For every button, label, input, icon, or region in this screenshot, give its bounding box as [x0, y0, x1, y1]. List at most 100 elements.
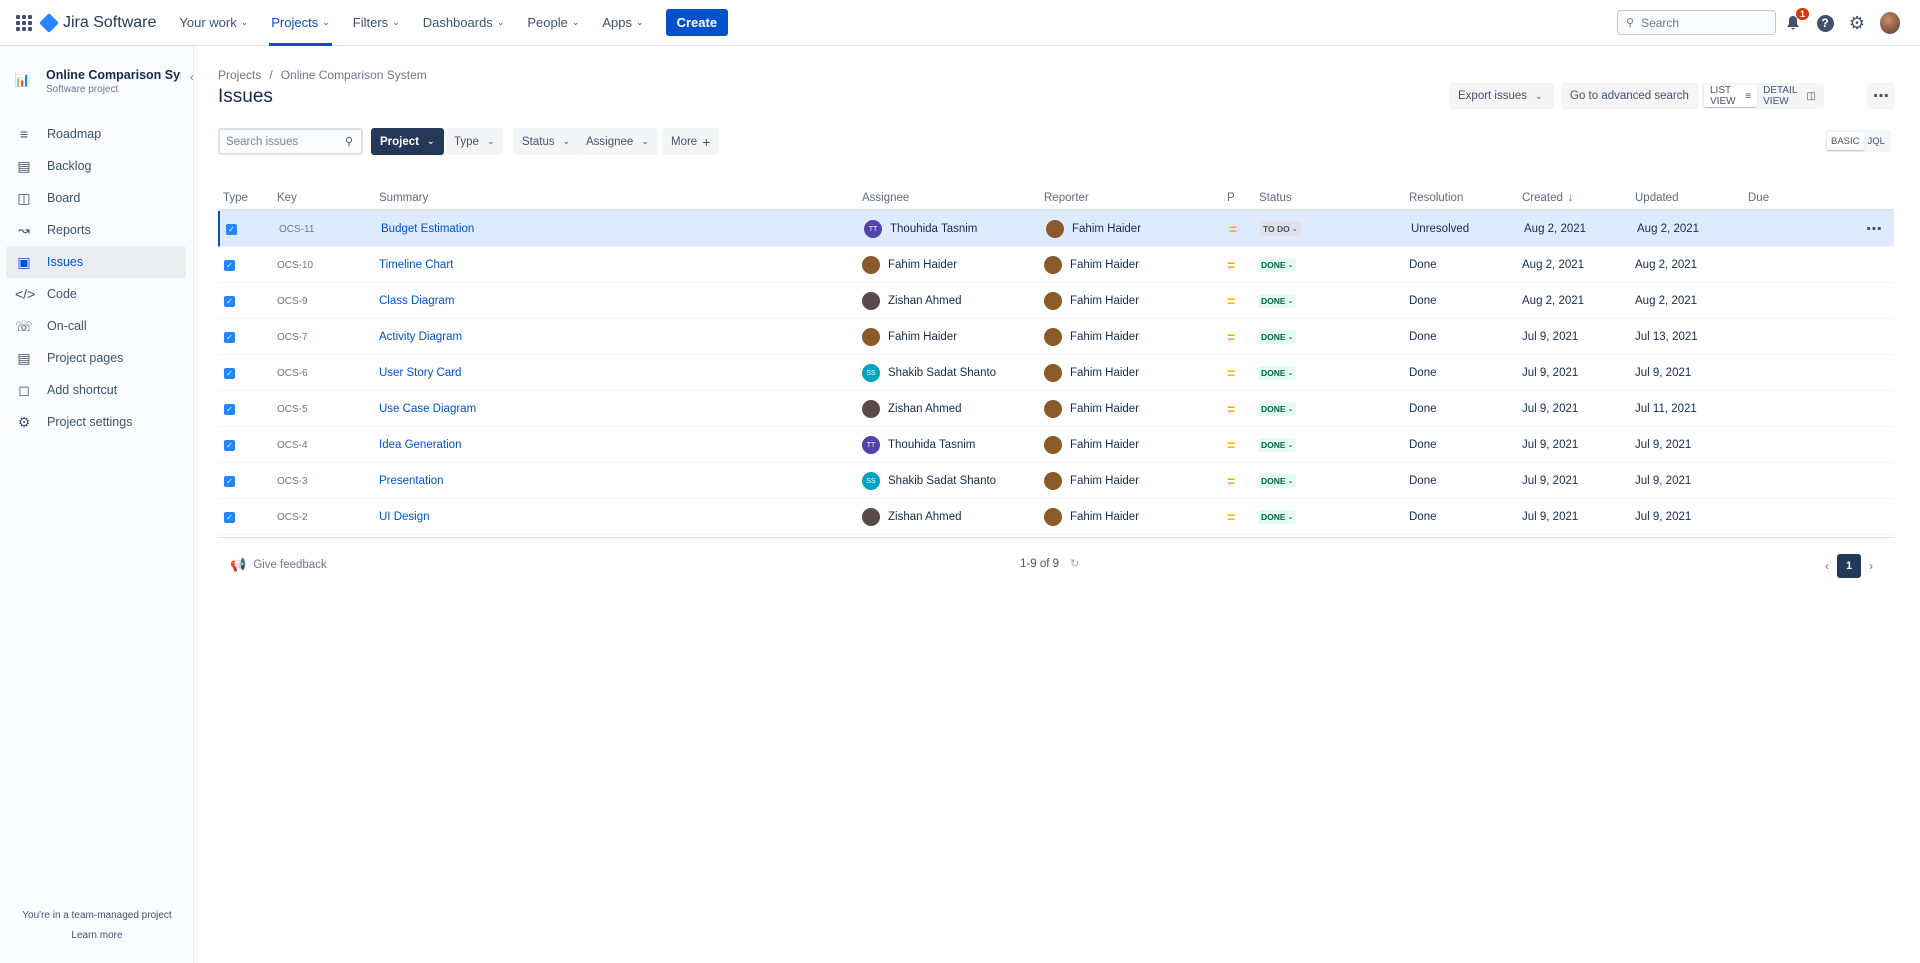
status-cell[interactable]: DONE ⌄	[1258, 463, 1297, 499]
reporter-cell[interactable]: Fahim Haider	[1044, 427, 1139, 463]
status-badge[interactable]: DONE ⌄	[1258, 402, 1297, 416]
assignee-cell[interactable]: Zishan Ahmed	[862, 391, 962, 427]
status-badge[interactable]: DONE ⌄	[1258, 294, 1297, 308]
status-badge[interactable]: DONE ⌄	[1258, 474, 1297, 488]
export-issues-button[interactable]: Export issues ⌄	[1449, 83, 1554, 109]
detail-view-button[interactable]: DETAIL VIEW ◫	[1757, 85, 1822, 107]
issue-summary-link[interactable]: Timeline Chart	[379, 247, 453, 283]
status-cell[interactable]: DONE ⌄	[1258, 247, 1297, 283]
issue-key[interactable]: OCS-4	[277, 427, 308, 463]
reporter-cell[interactable]: Fahim Haider	[1044, 463, 1139, 499]
column-resolution[interactable]: Resolution	[1409, 192, 1463, 204]
issue-summary-link[interactable]: Class Diagram	[379, 283, 454, 319]
filter-status[interactable]: Status ⌄	[513, 128, 580, 155]
status-cell[interactable]: DONE ⌄	[1258, 283, 1297, 319]
assignee-cell[interactable]: SS Shakib Sadat Shanto	[862, 463, 996, 499]
table-row[interactable]: ✓ OCS-5 Use Case Diagram Zishan Ahmed Fa…	[218, 391, 1894, 427]
status-cell[interactable]: TO DO ⌄	[1260, 211, 1301, 247]
give-feedback-button[interactable]: 📢 Give feedback	[230, 557, 327, 573]
table-row[interactable]: ✓ OCS-6 User Story Card SS Shakib Sadat S…	[218, 355, 1894, 391]
status-badge[interactable]: DONE ⌄	[1258, 366, 1297, 380]
assignee-cell[interactable]: Fahim Haider	[862, 319, 957, 355]
column-due[interactable]: Due	[1748, 192, 1769, 204]
column-type[interactable]: Type	[223, 192, 248, 204]
sidebar-item-project-pages[interactable]: ▤ Project pages	[6, 342, 186, 374]
jira-logo[interactable]: Jira Software	[39, 12, 156, 33]
status-cell[interactable]: DONE ⌄	[1258, 391, 1297, 427]
nav-filters[interactable]: Filters ⌄	[353, 0, 400, 46]
breadcrumb-project[interactable]: Online Comparison System	[281, 68, 427, 82]
reporter-cell[interactable]: Fahim Haider	[1044, 247, 1139, 283]
notifications-button[interactable]: 1	[1783, 8, 1809, 33]
sidebar-item-roadmap[interactable]: ≡ Roadmap	[6, 118, 186, 150]
column-summary[interactable]: Summary	[379, 192, 428, 204]
nav-your-work[interactable]: Your work ⌄	[179, 0, 248, 46]
issue-key[interactable]: OCS-6	[277, 355, 308, 391]
assignee-cell[interactable]: Fahim Haider	[862, 247, 957, 283]
assignee-cell[interactable]: Zishan Ahmed	[862, 283, 962, 319]
column-updated[interactable]: Updated	[1635, 192, 1678, 204]
basic-mode-button[interactable]: BASIC	[1827, 132, 1864, 150]
project-header[interactable]: 📊 Online Comparison Syst... Software pro…	[14, 68, 181, 95]
reporter-cell[interactable]: Fahim Haider	[1044, 499, 1139, 535]
table-row[interactable]: ✓ OCS-7 Activity Diagram Fahim Haider Fa…	[218, 319, 1894, 355]
nav-people[interactable]: People ⌄	[527, 0, 579, 46]
issue-summary-link[interactable]: User Story Card	[379, 355, 461, 391]
reporter-cell[interactable]: Fahim Haider	[1044, 355, 1139, 391]
table-row[interactable]: ✓ OCS-4 Idea Generation TT Thouhida Tasni…	[218, 427, 1894, 463]
search-issues-input[interactable]: Search issues ⚲	[218, 128, 363, 155]
sidebar-item-add-shortcut[interactable]: ◻ Add shortcut	[6, 374, 186, 406]
app-switcher-icon[interactable]	[16, 14, 32, 31]
nav-apps[interactable]: Apps ⌄	[602, 0, 643, 46]
issue-key[interactable]: OCS-7	[277, 319, 308, 355]
row-more-actions-icon[interactable]: ⋯	[1866, 211, 1882, 247]
status-cell[interactable]: DONE ⌄	[1258, 355, 1297, 391]
status-cell[interactable]: DONE ⌄	[1258, 319, 1297, 355]
issue-key[interactable]: OCS-10	[277, 247, 313, 283]
status-badge[interactable]: DONE ⌄	[1258, 438, 1297, 452]
status-cell[interactable]: DONE ⌄	[1258, 427, 1297, 463]
sidebar-item-board[interactable]: ◫ Board	[6, 182, 186, 214]
list-view-button[interactable]: LIST VIEW ≡	[1704, 85, 1758, 107]
status-badge[interactable]: DONE ⌄	[1258, 330, 1297, 344]
sidebar-item-code[interactable]: </> Code	[6, 278, 186, 310]
sidebar-item-issues[interactable]: ▣ Issues	[6, 246, 186, 278]
table-row[interactable]: ✓ OCS-10 Timeline Chart Fahim Haider Fah…	[218, 247, 1894, 283]
collapse-sidebar-icon[interactable]: ‹	[190, 72, 194, 84]
issue-summary-link[interactable]: Budget Estimation	[381, 211, 474, 247]
column-assignee[interactable]: Assignee	[862, 192, 909, 204]
nav-dashboards[interactable]: Dashboards ⌄	[423, 0, 505, 46]
filter-assignee[interactable]: Assignee ⌄	[577, 128, 658, 155]
page-button[interactable]: 1	[1837, 554, 1861, 578]
status-badge[interactable]: DONE ⌄	[1258, 510, 1297, 524]
sidebar-item-backlog[interactable]: ▤ Backlog	[6, 150, 186, 182]
table-row[interactable]: ✓ OCS-3 Presentation SS Shakib Sadat Shan…	[218, 463, 1894, 499]
table-row[interactable]: ✓ OCS-9 Class Diagram Zishan Ahmed Fahim…	[218, 283, 1894, 319]
help-button[interactable]: ?	[1815, 13, 1835, 33]
assignee-cell[interactable]: TT Thouhida Tasnim	[864, 211, 977, 247]
column-reporter[interactable]: Reporter	[1044, 192, 1089, 204]
global-search-input[interactable]: ⚲ Search	[1617, 10, 1776, 35]
previous-page-icon[interactable]: ‹	[1825, 559, 1829, 573]
advanced-search-button[interactable]: Go to advanced search	[1561, 83, 1698, 109]
learn-more-link[interactable]: Learn more	[0, 930, 194, 941]
issue-key[interactable]: OCS-9	[277, 283, 308, 319]
sidebar-item-project-settings[interactable]: ⚙ Project settings	[6, 406, 186, 438]
issue-summary-link[interactable]: Idea Generation	[379, 427, 461, 463]
reporter-cell[interactable]: Fahim Haider	[1044, 283, 1139, 319]
issue-key[interactable]: OCS-2	[277, 499, 308, 535]
status-badge[interactable]: TO DO ⌄	[1260, 222, 1301, 236]
reporter-cell[interactable]: Fahim Haider	[1044, 319, 1139, 355]
sidebar-item-on-call[interactable]: ☏ On-call	[6, 310, 186, 342]
jql-mode-button[interactable]: JQL	[1864, 132, 1889, 150]
issue-summary-link[interactable]: Activity Diagram	[379, 319, 462, 355]
breadcrumb-projects[interactable]: Projects	[218, 68, 261, 82]
more-actions-button[interactable]: ⋯	[1867, 83, 1895, 109]
filter-type[interactable]: Type ⌄	[445, 128, 504, 155]
next-page-icon[interactable]: ›	[1869, 559, 1873, 573]
status-cell[interactable]: DONE ⌄	[1258, 499, 1297, 535]
status-badge[interactable]: DONE ⌄	[1258, 258, 1297, 272]
sidebar-item-reports[interactable]: ↝ Reports	[6, 214, 186, 246]
profile-button[interactable]	[1880, 12, 1900, 34]
assignee-cell[interactable]: TT Thouhida Tasnim	[862, 427, 975, 463]
